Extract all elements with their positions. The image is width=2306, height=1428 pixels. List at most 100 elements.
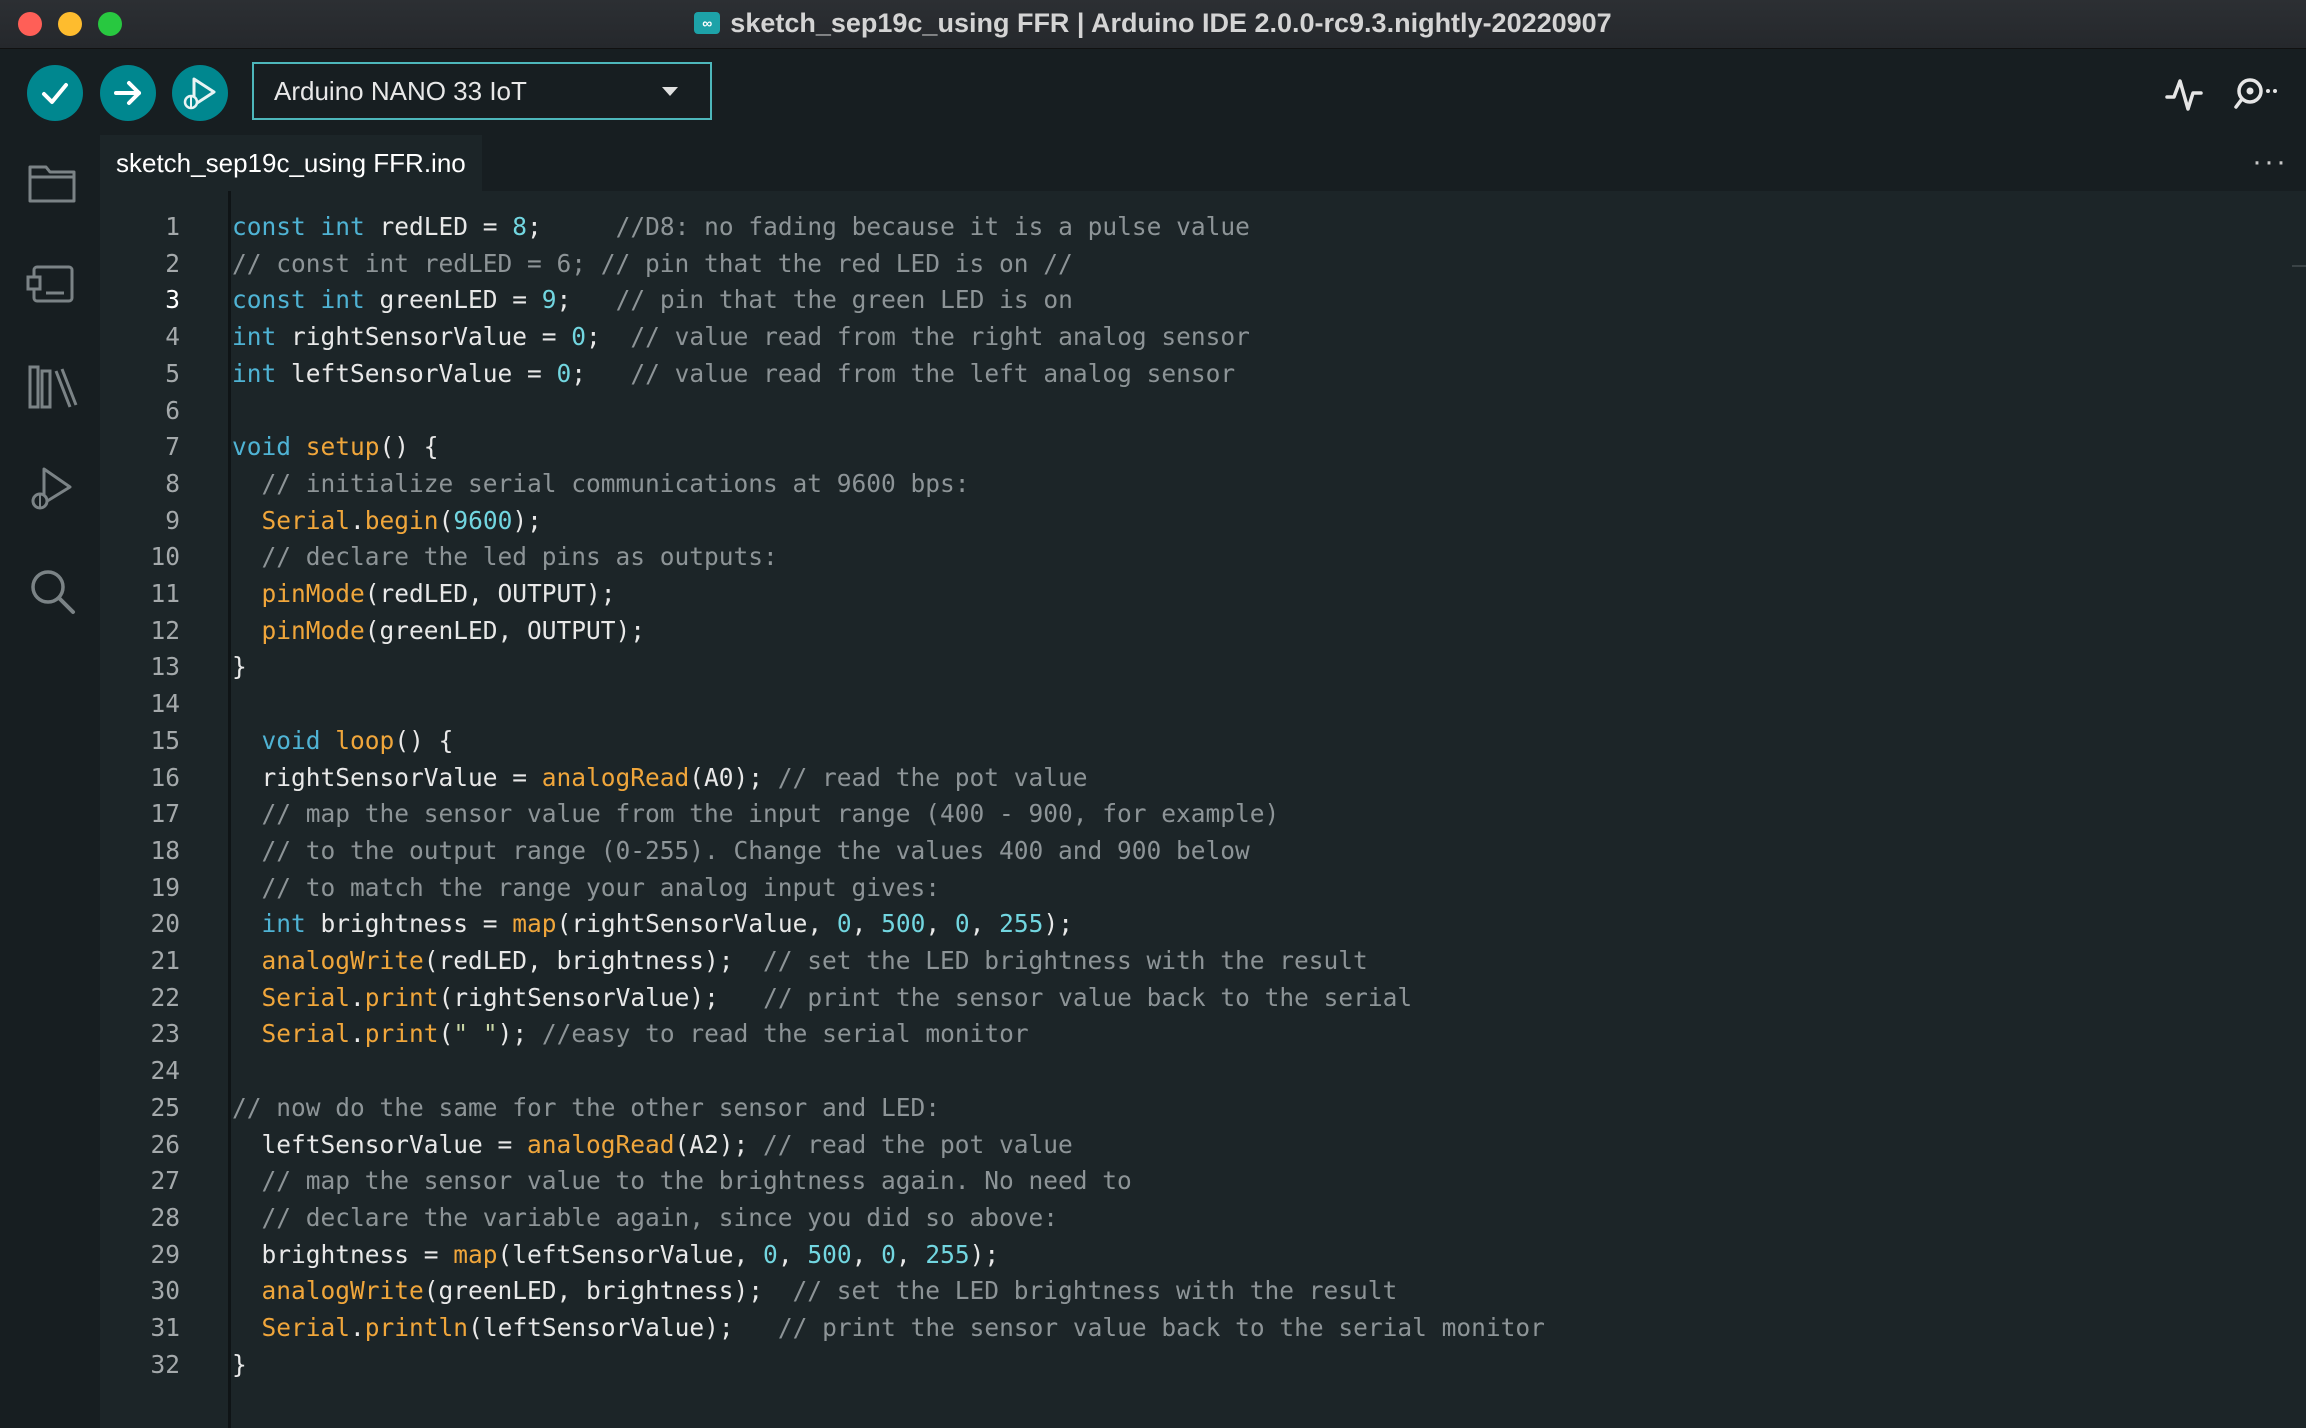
boards-manager-button[interactable] <box>26 259 78 311</box>
code-line[interactable]: 6 <box>100 393 2306 429</box>
serial-plotter-button[interactable] <box>2164 71 2204 115</box>
line-number: 15 <box>150 725 180 755</box>
code-text: Serial.begin(9600); <box>232 503 542 539</box>
debug-button[interactable] <box>172 65 228 121</box>
code-line[interactable]: 18 // to the output range (0-255). Chang… <box>100 833 2306 869</box>
code-line[interactable]: 11 pinMode(redLED, OUTPUT); <box>100 576 2306 612</box>
code-token: ); <box>497 1019 542 1049</box>
code-token: pinMode <box>261 615 365 645</box>
code-text: analogWrite(greenLED, brightness); // se… <box>232 1273 1398 1309</box>
verify-button[interactable] <box>27 65 83 121</box>
line-number: 22 <box>150 982 180 1012</box>
line-number: 7 <box>165 432 180 462</box>
code-token: rightSensorValue = <box>232 762 542 792</box>
code-token: Serial <box>261 1019 351 1049</box>
code-token: int <box>261 909 306 939</box>
activity-bar <box>0 135 100 1428</box>
tab-sketch-file[interactable]: sketch_sep19c_using FFR.ino <box>100 135 482 191</box>
line-number: 27 <box>150 1166 180 1196</box>
serial-monitor-icon <box>2234 78 2277 109</box>
code-token: 255 <box>925 1239 970 1269</box>
code-token: ; <box>527 212 616 241</box>
debug-panel-button[interactable] <box>26 463 78 515</box>
code-line[interactable]: 13} <box>100 649 2306 685</box>
code-line[interactable]: 3 const int greenLED = 9; // pin that the… <box>100 282 2306 318</box>
code-line[interactable]: 28 // declare the variable again, since … <box>100 1200 2306 1236</box>
code-token: (greenLED, OUTPUT); <box>364 615 646 645</box>
line-number: 8 <box>165 468 180 498</box>
code-token: , <box>851 1239 882 1269</box>
code-token: ); <box>969 1239 1000 1269</box>
code-line[interactable]: 32} <box>100 1347 2306 1383</box>
code-token: // pin that the green LED is on <box>615 285 1073 315</box>
code-line[interactable]: 7 void setup() { <box>100 429 2306 465</box>
code-line[interactable]: 17 // map the sensor value from the inpu… <box>100 796 2306 832</box>
code-line[interactable]: 20 int brightness = map(rightSensorValue… <box>100 906 2306 942</box>
code-token: // const int redLED = 6; // pin that the… <box>232 248 1073 278</box>
code-line[interactable]: 31 Serial.println(leftSensorValue); // p… <box>100 1310 2306 1346</box>
checkmark-icon <box>42 83 68 104</box>
line-number: 14 <box>150 689 180 719</box>
code-line[interactable]: 23 Serial.print(" "); //easy to read the… <box>100 1016 2306 1052</box>
code-line[interactable]: 21 analogWrite(redLED, brightness); // s… <box>100 943 2306 979</box>
arrow-right-icon <box>114 81 141 105</box>
code-token: // read the pot value <box>777 762 1088 792</box>
code-token: map <box>453 1239 498 1269</box>
code-token: // value read from the left analog senso… <box>630 358 1236 388</box>
code-token: . <box>350 1313 365 1342</box>
code-line[interactable]: 16 rightSensorValue = analogRead(A0); //… <box>100 760 2306 796</box>
code-token: ( <box>438 505 454 535</box>
code-line[interactable]: 10 // declare the led pins as outputs: <box>100 539 2306 575</box>
search-icon <box>31 570 75 614</box>
line-number: 25 <box>150 1092 180 1122</box>
serial-monitor-button[interactable] <box>2230 71 2282 115</box>
more-actions-icon[interactable]: ··· <box>2252 145 2288 179</box>
code-token: (A0); <box>689 762 778 792</box>
code-line[interactable]: 9 Serial.begin(9600); <box>100 503 2306 539</box>
code-line[interactable]: 26 leftSensorValue = analogRead(A2); // … <box>100 1127 2306 1163</box>
code-line[interactable]: 24 <box>100 1053 2306 1089</box>
code-token: (leftSensorValue, <box>497 1239 764 1269</box>
code-text: leftSensorValue = analogRead(A2); // rea… <box>232 1127 1073 1163</box>
code-line[interactable]: 22 Serial.print(rightSensorValue); // pr… <box>100 980 2306 1016</box>
code-line[interactable]: 4 int rightSensorValue = 0; // value read… <box>100 319 2306 355</box>
code-line[interactable]: 15 void loop() { <box>100 723 2306 759</box>
code-line[interactable]: 5 int leftSensorValue = 0; // value read … <box>100 356 2306 392</box>
code-line[interactable]: 29 brightness = map(leftSensorValue, 0, … <box>100 1237 2306 1273</box>
code-token: // print the sensor value back to the se… <box>777 1313 1545 1342</box>
code-token: () { <box>394 725 454 755</box>
board-selector[interactable]: Arduino NANO 33 IoT <box>252 62 712 120</box>
code-line[interactable]: 8 // initialize serial communications at… <box>100 466 2306 502</box>
code-line[interactable]: 1 const int redLED = 8; //D8: no fading b… <box>100 209 2306 245</box>
code-line[interactable]: 12 pinMode(greenLED, OUTPUT); <box>100 613 2306 649</box>
code-line[interactable]: 19 // to match the range your analog inp… <box>100 870 2306 906</box>
arduino-infinity-icon: ∞ <box>694 12 721 34</box>
code-line[interactable]: 30 analogWrite(greenLED, brightness); //… <box>100 1273 2306 1309</box>
line-number: 29 <box>150 1239 180 1269</box>
code-text: // initialize serial communications at 9… <box>232 466 970 502</box>
code-text: // to match the range your analog input … <box>232 870 941 906</box>
code-token: ); <box>1043 909 1073 939</box>
code-token: 0 <box>954 909 970 939</box>
code-token: , <box>925 909 955 939</box>
code-line[interactable]: 2 // const int redLED = 6; // pin that th… <box>100 246 2306 282</box>
code-token: // to match the range your analog input … <box>261 872 941 902</box>
sketchbook-button[interactable] <box>26 157 78 209</box>
code-line[interactable]: 27 // map the sensor value to the bright… <box>100 1163 2306 1199</box>
search-panel-button[interactable] <box>26 565 78 617</box>
code-line[interactable]: 25 // now do the same for the other senso… <box>100 1090 2306 1126</box>
code-line[interactable]: 14 <box>100 686 2306 722</box>
code-token: } <box>232 652 247 682</box>
code-token: int <box>232 322 277 352</box>
code-text: // map the sensor value to the brightnes… <box>232 1163 1132 1199</box>
upload-button[interactable] <box>100 65 156 121</box>
library-manager-button[interactable] <box>26 361 78 413</box>
code-token: Serial <box>261 982 351 1012</box>
line-number: 30 <box>150 1276 180 1306</box>
code-text: analogWrite(redLED, brightness); // set … <box>232 943 1368 979</box>
